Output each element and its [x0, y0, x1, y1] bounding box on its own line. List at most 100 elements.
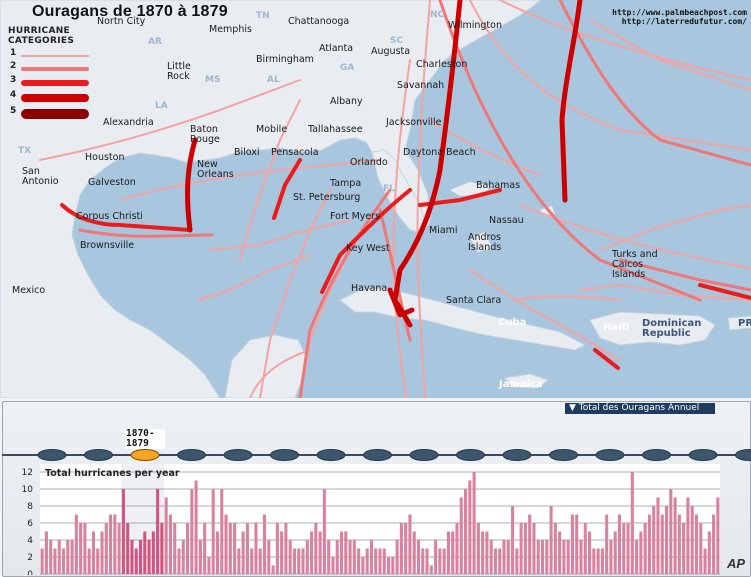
bar-1956[interactable]: [490, 540, 493, 574]
bar-1992[interactable]: [644, 523, 647, 574]
bar-1908[interactable]: [284, 523, 287, 574]
decade-marker-1920[interactable]: [364, 450, 392, 461]
bar-1884[interactable]: [182, 540, 185, 574]
bar-1859[interactable]: [75, 515, 78, 575]
bar-1926[interactable]: [361, 557, 364, 574]
bar-1964[interactable]: [524, 523, 527, 574]
bar-1855[interactable]: [58, 540, 61, 574]
bar-1858[interactable]: [71, 540, 74, 574]
bar-1883[interactable]: [177, 549, 180, 575]
bar-2001[interactable]: [682, 523, 685, 574]
bar-1991[interactable]: [639, 532, 642, 575]
bar-undefined[interactable]: [712, 515, 715, 575]
bar-2000[interactable]: [678, 515, 681, 575]
bar-1921[interactable]: [340, 532, 343, 575]
bar-1988[interactable]: [627, 523, 630, 574]
bar-1863[interactable]: [92, 532, 95, 575]
decade-marker-1960[interactable]: [550, 450, 578, 461]
bar-1864[interactable]: [96, 549, 99, 575]
bar-2006[interactable]: [703, 549, 706, 575]
bar-1961[interactable]: [511, 506, 514, 574]
bar-1918[interactable]: [327, 540, 330, 574]
bar-1905[interactable]: [272, 566, 275, 575]
bar-1973[interactable]: [562, 540, 565, 574]
bar-1996[interactable]: [661, 515, 664, 575]
bar-1966[interactable]: [532, 523, 535, 574]
bar-1886[interactable]: [190, 489, 193, 574]
bar-1869[interactable]: [118, 523, 121, 574]
bar-1877[interactable]: [152, 532, 155, 575]
bar-1951[interactable]: [468, 481, 471, 575]
bar-1896[interactable]: [233, 523, 236, 574]
bar-1888[interactable]: [199, 540, 202, 574]
bar-1949[interactable]: [460, 498, 463, 575]
bar-1889[interactable]: [203, 523, 206, 574]
decade-marker-1970[interactable]: [596, 450, 624, 461]
bar-1860[interactable]: [79, 523, 82, 574]
bar-1954[interactable]: [481, 532, 484, 575]
decade-marker-2000[interactable]: [736, 450, 751, 461]
bar-2005[interactable]: [699, 523, 702, 574]
bar-1959[interactable]: [502, 540, 505, 574]
total-hurricanes-button[interactable]: ▼ Total des Ouragans Annuel: [565, 403, 715, 414]
bar-1952[interactable]: [473, 472, 476, 574]
bar-1962[interactable]: [515, 549, 518, 575]
bar-1927[interactable]: [366, 549, 369, 575]
bar-1856[interactable]: [62, 549, 65, 575]
bar-1916[interactable]: [319, 532, 322, 575]
bar-1960[interactable]: [507, 540, 510, 574]
decade-marker-1990[interactable]: [689, 450, 717, 461]
bar-1892[interactable]: [216, 532, 219, 575]
bar-1978[interactable]: [584, 523, 587, 574]
source-url-laterredufutur[interactable]: http://laterredufutur.com/: [622, 17, 747, 26]
bar-1909[interactable]: [289, 540, 292, 574]
bar-1857[interactable]: [66, 540, 69, 574]
bar-1950[interactable]: [464, 489, 467, 574]
bar-1968[interactable]: [541, 540, 544, 574]
bar-1965[interactable]: [528, 515, 531, 575]
bar-1944[interactable]: [438, 549, 441, 575]
decade-marker-1860[interactable]: [85, 450, 113, 461]
bar-1922[interactable]: [344, 532, 347, 575]
bar-1920[interactable]: [336, 540, 339, 574]
bar-1851[interactable]: [41, 549, 44, 575]
bar-1998[interactable]: [669, 489, 672, 574]
bar-1935[interactable]: [400, 523, 403, 574]
bar-1974[interactable]: [567, 540, 570, 574]
bar-1861[interactable]: [83, 523, 86, 574]
bar-1987[interactable]: [622, 523, 625, 574]
bar-1937[interactable]: [408, 515, 411, 575]
bar-1893[interactable]: [220, 489, 223, 574]
bar-1928[interactable]: [370, 540, 373, 574]
bar-1879[interactable]: [160, 523, 163, 574]
bar-2002[interactable]: [686, 498, 689, 575]
bar-1875[interactable]: [143, 532, 146, 575]
bar-1854[interactable]: [53, 549, 56, 575]
hurricane-track-map[interactable]: [0, 0, 751, 398]
bar-1915[interactable]: [314, 523, 317, 574]
bar-2003[interactable]: [691, 506, 694, 574]
decade-marker-1940[interactable]: [457, 450, 485, 461]
bar-1936[interactable]: [404, 523, 407, 574]
bar-1876[interactable]: [148, 540, 151, 574]
bar-1880[interactable]: [165, 498, 168, 575]
decade-marker-1930[interactable]: [410, 450, 438, 461]
bar-1994[interactable]: [652, 506, 655, 574]
decade-marker-1980[interactable]: [643, 450, 671, 461]
bar-1948[interactable]: [455, 523, 458, 574]
bar-1895[interactable]: [229, 523, 232, 574]
bar-1865[interactable]: [100, 532, 103, 575]
bar-1972[interactable]: [558, 532, 561, 575]
bar-1995[interactable]: [656, 498, 659, 575]
bar-1924[interactable]: [353, 540, 356, 574]
bar-1874[interactable]: [139, 540, 142, 574]
bar-1912[interactable]: [301, 549, 304, 575]
bar-1983[interactable]: [605, 515, 608, 575]
bar-1975[interactable]: [571, 515, 574, 575]
decade-marker-1870[interactable]: [131, 450, 159, 461]
bar-1891[interactable]: [212, 489, 215, 574]
bar-1930[interactable]: [378, 549, 381, 575]
bar-1984[interactable]: [609, 540, 612, 574]
bar-1897[interactable]: [237, 549, 240, 575]
bar-1979[interactable]: [588, 532, 591, 575]
